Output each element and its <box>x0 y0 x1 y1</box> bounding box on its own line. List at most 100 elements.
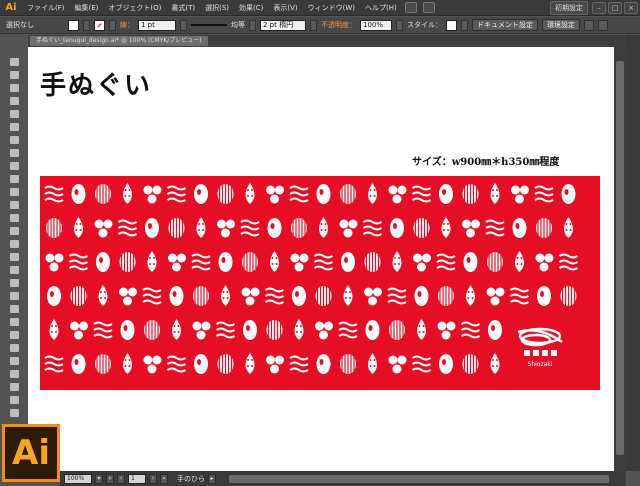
slice-icon[interactable] <box>6 382 22 392</box>
menu-edit[interactable]: 編集(E) <box>70 3 104 13</box>
type-tool-icon[interactable] <box>6 122 22 132</box>
bean-motif-icon <box>267 218 282 238</box>
lasso-icon[interactable] <box>6 96 22 106</box>
menu-view[interactable]: 表示(V) <box>268 3 302 13</box>
next-artboard-icon[interactable]: › <box>149 473 157 484</box>
pen-tool-icon[interactable] <box>6 109 22 119</box>
perspective-grid-icon[interactable] <box>6 278 22 288</box>
prev-artboard-icon[interactable]: ‹ <box>117 473 125 484</box>
symbol-sprayer-icon[interactable] <box>6 343 22 353</box>
menu-select[interactable]: 選択(S) <box>200 3 234 13</box>
menu-file[interactable]: ファイル(F) <box>22 3 70 13</box>
drop-motif-icon <box>196 217 206 238</box>
brush-dropdown-icon[interactable] <box>310 19 317 31</box>
stroke-profile-label[interactable]: 均等 <box>231 20 245 30</box>
brand-mark-icon <box>524 350 557 356</box>
bridge-icon[interactable] <box>404 2 417 13</box>
width-tool-icon[interactable] <box>6 239 22 249</box>
direct-selection-tool-icon[interactable] <box>6 70 22 80</box>
stroke-weight-field[interactable]: 1 pt <box>138 19 176 31</box>
vertical-scrollbar[interactable] <box>614 47 626 471</box>
gradient-icon[interactable] <box>6 304 22 314</box>
maximize-button[interactable]: □ <box>608 1 622 14</box>
mesh-icon[interactable] <box>6 291 22 301</box>
selection-tool-icon[interactable] <box>6 57 22 67</box>
stroke-label[interactable]: 線： <box>120 20 134 30</box>
paintbrush-icon[interactable] <box>6 161 22 171</box>
wave-motif-icon <box>191 253 211 271</box>
shape-builder-icon[interactable] <box>6 265 22 275</box>
eraser-icon[interactable] <box>6 200 22 210</box>
status-menu-icon[interactable]: ▸ <box>208 473 216 484</box>
blend-icon[interactable] <box>6 330 22 340</box>
tenugui-design[interactable]: Shiozaki <box>40 176 600 390</box>
wave-motif-icon <box>289 355 309 373</box>
style-label: スタイル： <box>407 21 442 29</box>
free-transform-icon[interactable] <box>6 252 22 262</box>
menu-object[interactable]: オブジェクト(O) <box>103 3 166 13</box>
align-icon[interactable] <box>584 19 594 31</box>
stroke-swatch[interactable] <box>94 19 105 31</box>
menu-effect[interactable]: 効果(C) <box>234 3 268 13</box>
magic-wand-icon[interactable] <box>6 83 22 93</box>
menu-help[interactable]: ヘルプ(H) <box>360 3 402 13</box>
rectangle-tool-icon[interactable] <box>6 148 22 158</box>
document-setup-button[interactable]: ドキュメント設定 <box>472 19 538 31</box>
artboard-canvas[interactable]: 手ぬぐい サイズ：w900㎜＊h350㎜程度 Shiozaki <box>28 47 614 471</box>
wave-motif-icon <box>485 219 505 237</box>
striped-bean-icon <box>438 286 454 306</box>
trio-dots-icon <box>388 355 407 374</box>
zoom-tool-icon[interactable] <box>6 408 22 418</box>
bean-motif-icon <box>341 252 355 272</box>
stroke-dropdown-icon[interactable] <box>109 19 116 31</box>
arrange-documents-icon[interactable] <box>422 2 435 13</box>
graphic-style-swatch[interactable] <box>446 19 457 31</box>
blob-brush-icon[interactable] <box>6 187 22 197</box>
trio-dots-icon <box>94 219 113 238</box>
panel-menu-icon[interactable] <box>598 19 608 31</box>
trio-dots-icon <box>119 287 137 306</box>
workspace-switcher[interactable]: 初期設定 <box>550 0 588 15</box>
bean-motif-icon <box>537 286 551 306</box>
status-bar: 100% ▾ « ‹ 1 › » 手のひら ▸ <box>60 471 626 486</box>
artboard-title: 手ぬぐい <box>40 71 153 101</box>
drop-motif-icon <box>417 319 426 340</box>
wave-motif-icon <box>166 355 187 373</box>
scale-icon[interactable] <box>6 226 22 236</box>
zoom-dropdown-icon[interactable]: ▾ <box>95 473 103 484</box>
pencil-icon[interactable] <box>6 174 22 184</box>
profile-dropdown-icon[interactable] <box>249 19 256 31</box>
menu-type[interactable]: 書式(T) <box>166 3 200 13</box>
opacity-field[interactable]: 100% <box>360 19 392 31</box>
first-artboard-icon[interactable]: « <box>106 473 114 484</box>
style-dropdown-icon[interactable] <box>461 19 468 31</box>
bean-motif-icon <box>96 252 110 272</box>
zoom-field[interactable]: 100% <box>64 473 92 484</box>
line-tool-icon[interactable] <box>6 135 22 145</box>
stroke-weight-dropdown-icon[interactable] <box>180 19 187 31</box>
close-button[interactable]: × <box>624 1 638 14</box>
document-tab[interactable]: 手ぬぐい_tenugui_design.ai* @ 100% (CMYK/プレビ… <box>30 36 208 46</box>
artboard-number-field[interactable]: 1 <box>128 473 146 484</box>
trio-dots-icon <box>339 219 358 238</box>
drop-motif-icon <box>147 251 157 272</box>
preferences-button[interactable]: 環境設定 <box>542 19 580 31</box>
horizontal-scrollbar[interactable] <box>229 474 609 483</box>
opacity-dropdown-icon[interactable] <box>396 19 403 31</box>
minimize-button[interactable]: – <box>592 1 606 14</box>
last-artboard-icon[interactable]: » <box>160 473 168 484</box>
eyedropper-icon[interactable] <box>6 317 22 327</box>
brush-definition[interactable]: 2 pt 楕円 <box>260 19 306 31</box>
fill-swatch[interactable] <box>68 19 79 31</box>
trio-dots-icon <box>192 321 211 340</box>
artboard-tool-icon[interactable] <box>6 369 22 379</box>
column-graph-icon[interactable] <box>6 356 22 366</box>
opacity-label[interactable]: 不透明度： <box>321 20 356 30</box>
trio-dots-icon <box>143 355 162 374</box>
fill-dropdown-icon[interactable] <box>83 19 90 31</box>
variable-width-profile-icon[interactable] <box>191 24 227 26</box>
rotate-icon[interactable] <box>6 213 22 223</box>
bean-motif-icon <box>439 354 453 374</box>
hand-tool-icon[interactable] <box>6 395 22 405</box>
menu-window[interactable]: ウィンドウ(W) <box>303 3 360 13</box>
